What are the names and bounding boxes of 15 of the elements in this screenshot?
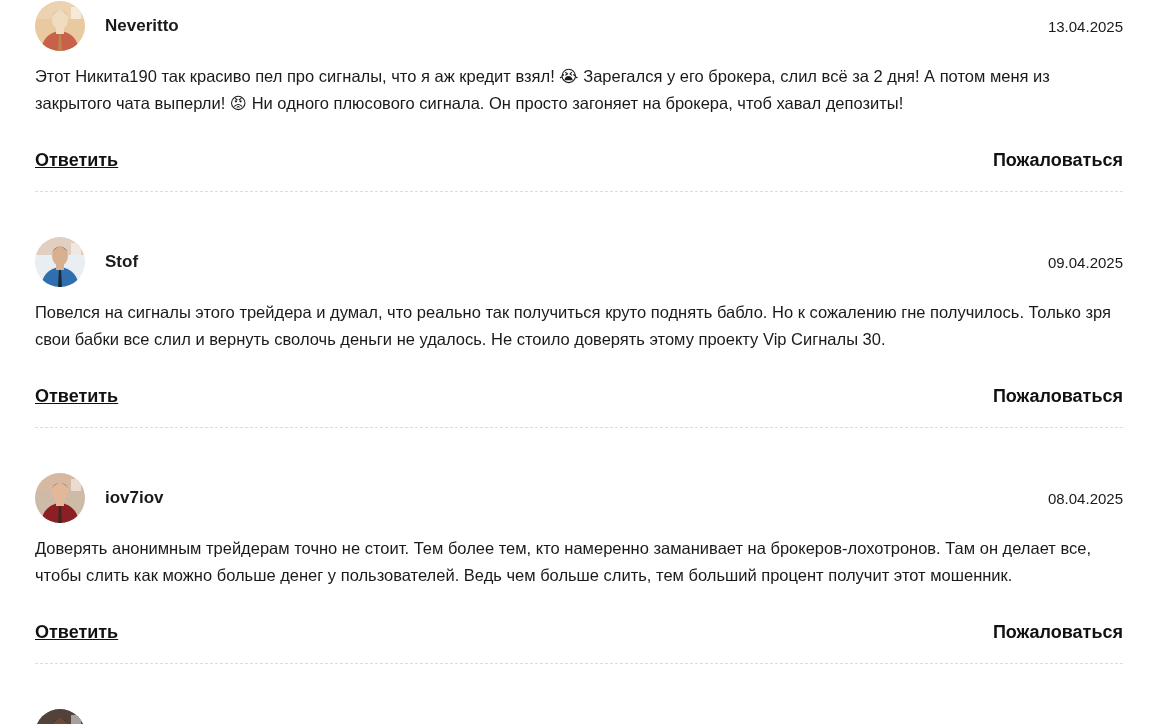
author-name: Stof xyxy=(105,252,139,272)
report-link[interactable]: Пожаловаться xyxy=(992,384,1123,408)
reply-link[interactable]: Ответить xyxy=(35,384,119,408)
comment-text: Доверять анонимным трейдерам точно не стоит. Тем более тем, кто намеренно заманивает на брокеров-лохотронов. Там он делает все, чтобы слить как можно больше денег у пользователей. Ведь чем больше слить, тем больший процент получит этот мошенник. xyxy=(35,538,1093,586)
author-name: Neveritto xyxy=(105,16,179,36)
comment-date: 13.04.2025 xyxy=(1047,17,1123,35)
report-link[interactable]: Пожаловаться xyxy=(992,148,1123,172)
comment-text: Повелся на сигналы этого трейдера и думал, что реально так получиться круто поднять бабло. Но к сожалению гне получилось. Только зря свои бабки все слил и вернуть сволочь деньги не удалось. Не стоило доверять этому проекту Vip Сигналы 30. xyxy=(35,302,1113,350)
comment-date: 08.04.2025 xyxy=(1047,489,1123,507)
comment-date: 09.04.2025 xyxy=(1047,253,1123,271)
comment-text: Этот Никита190 так красиво пел про сигналы, что я аж кредит взял! 😭 Зарегался у его брокера, слил всё за 2 дня! А потом меня из закрытого чата выперли! 😡 Ни одного плюсового сигнала. Он просто загоняет на брокера, чтоб хавал депозиты! xyxy=(35,66,1051,114)
report-link[interactable]: Пожаловаться xyxy=(992,620,1123,644)
reply-link[interactable]: Ответить xyxy=(35,148,119,172)
author-name: iov7iov xyxy=(105,488,164,508)
reply-link[interactable]: Ответить xyxy=(35,620,119,644)
